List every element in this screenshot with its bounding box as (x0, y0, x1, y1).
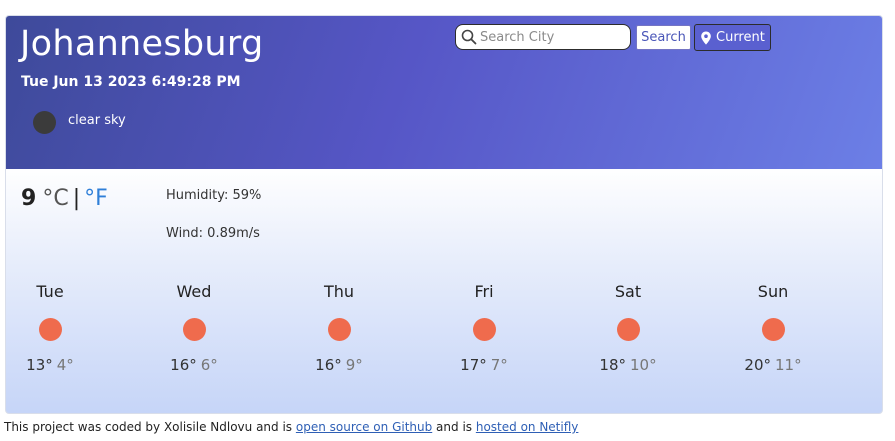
forecast-day: Sun 20° 11° (723, 282, 823, 374)
sun-icon (472, 318, 496, 341)
forecast-day-name: Thu (323, 282, 355, 301)
sun-icon (761, 318, 785, 341)
forecast-day-name: Wed (176, 282, 212, 301)
forecast-high: 16° (315, 356, 342, 374)
city-name: Johannesburg (20, 24, 264, 64)
wind-speed: Wind: 0.89m/s (166, 226, 260, 241)
forecast-temps: 17° 7° (434, 356, 534, 374)
forecast-low: 4° (56, 356, 74, 374)
forecast-low: 6° (200, 356, 218, 374)
weather-card: Johannesburg Tue Jun 13 2023 6:49:28 PM … (5, 15, 883, 414)
current-temperature: 9 °C | °F (21, 186, 108, 211)
forecast-day-name: Sun (757, 282, 789, 301)
forecast-high: 16° (170, 356, 197, 374)
forecast-temps: 13° 4° (6, 356, 100, 374)
current-button-label: Current (716, 30, 765, 45)
forecast-temps: 20° 11° (723, 356, 823, 374)
forecast-day-name: Tue (36, 282, 64, 301)
sun-icon (327, 318, 351, 341)
weather-header: Johannesburg Tue Jun 13 2023 6:49:28 PM … (6, 16, 882, 169)
fahrenheit-link[interactable]: °F (84, 186, 108, 211)
footer: This project was coded by Xolisile Ndlov… (4, 420, 578, 434)
footer-text: This project was coded by Xolisile Ndlov… (4, 420, 296, 434)
search-button[interactable]: Search (636, 25, 691, 50)
forecast-day: Tue 13° 4° (6, 282, 100, 374)
search-box[interactable] (455, 24, 631, 50)
forecast-high: 18° (599, 356, 626, 374)
location-pin-icon (701, 31, 711, 44)
search-input[interactable] (478, 29, 620, 45)
forecast-day: Fri 17° 7° (434, 282, 534, 374)
github-link[interactable]: open source on Github (296, 420, 432, 434)
forecast-high: 17° (460, 356, 487, 374)
forecast-day-name: Sat (614, 282, 642, 301)
forecast-day: Wed 16° 6° (144, 282, 244, 374)
forecast-low: 7° (490, 356, 508, 374)
forecast-day: Sat 18° 10° (578, 282, 678, 374)
humidity: Humidity: 59% (166, 188, 262, 203)
sun-icon (38, 318, 62, 341)
unit-separator: | (72, 186, 81, 211)
forecast-temps: 16° 9° (289, 356, 389, 374)
forecast-temps: 18° 10° (578, 356, 678, 374)
forecast: Tue 13° 4° Wed 16° 6° Thu 16° 9° Fri 17° 7° … (6, 282, 882, 392)
clear-sky-night-icon (33, 111, 56, 134)
netlify-link[interactable]: hosted on Netifly (476, 420, 579, 434)
forecast-low: 11° (775, 356, 802, 374)
forecast-day: Thu 16° 9° (289, 282, 389, 374)
weather-condition: clear sky (68, 113, 126, 128)
date-time: Tue Jun 13 2023 6:49:28 PM (21, 74, 241, 90)
forecast-high: 13° (26, 356, 53, 374)
sun-icon (182, 318, 206, 341)
forecast-day-name: Fri (474, 282, 494, 301)
forecast-low: 9° (345, 356, 363, 374)
forecast-low: 10° (630, 356, 657, 374)
temperature-value: 9 (21, 186, 37, 211)
forecast-temps: 16° 6° (144, 356, 244, 374)
footer-text: and is (432, 420, 476, 434)
sun-icon (616, 318, 640, 341)
search-icon (461, 29, 477, 45)
current-location-button[interactable]: Current (694, 24, 771, 51)
forecast-high: 20° (744, 356, 771, 374)
celsius-unit[interactable]: °C (42, 186, 68, 211)
